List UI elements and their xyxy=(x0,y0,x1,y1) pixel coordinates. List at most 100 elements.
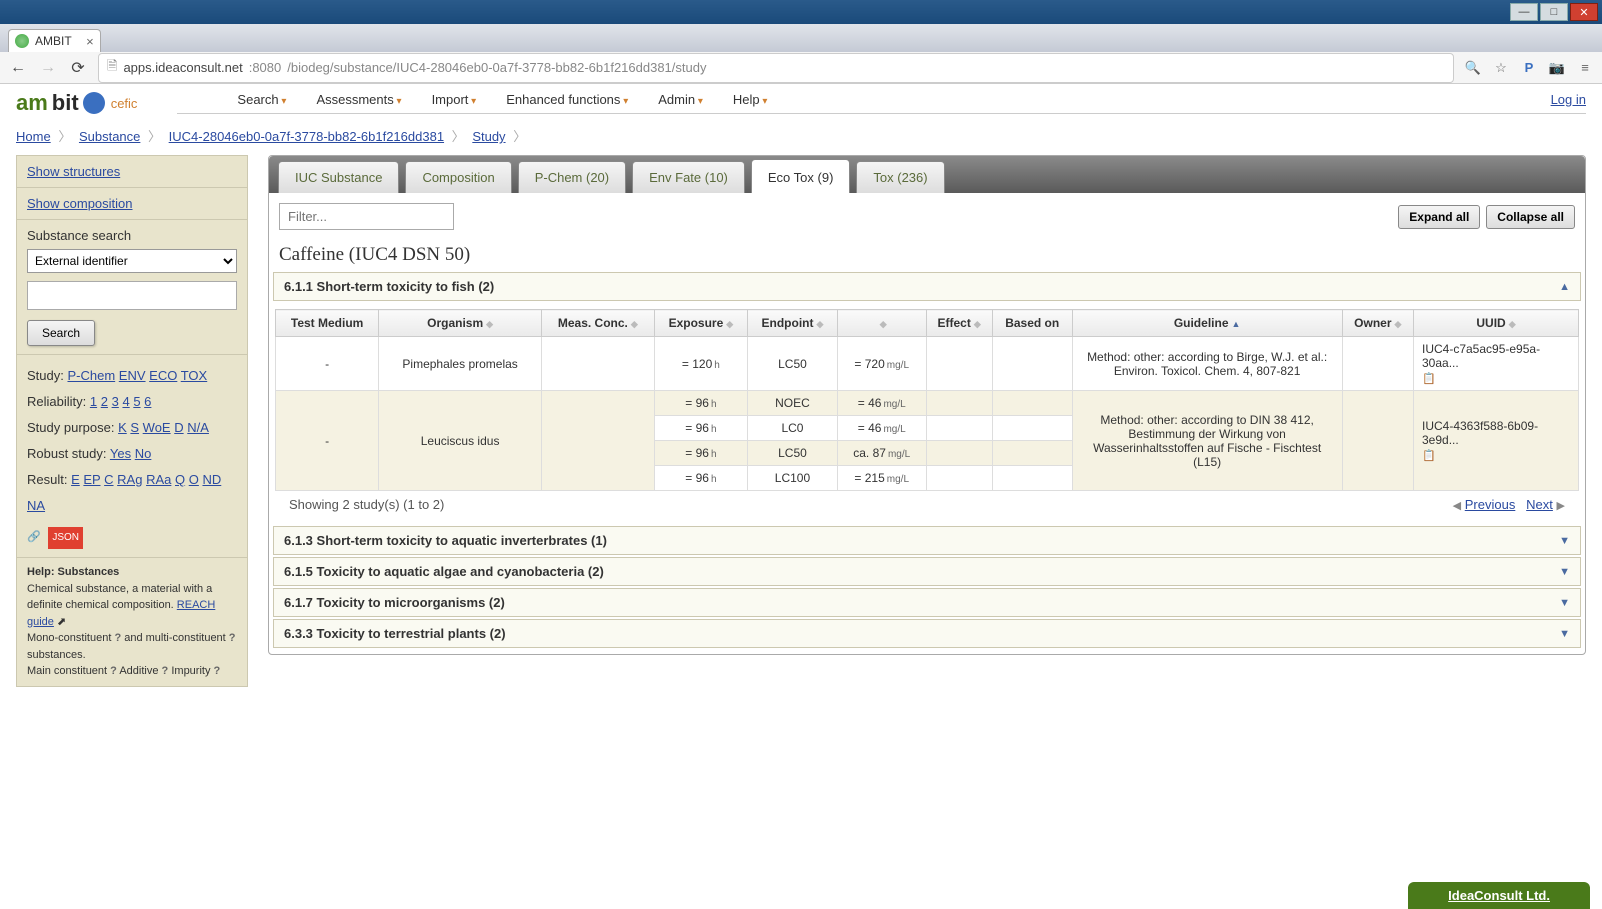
cell-medium: - xyxy=(276,391,379,491)
filter-pk[interactable]: K xyxy=(118,420,127,435)
tab-ecotox[interactable]: Eco Tox (9) xyxy=(751,159,851,193)
menu-assessments[interactable]: Assessments xyxy=(316,92,401,107)
ext-camera-icon[interactable]: 📷 xyxy=(1548,59,1566,77)
search-input[interactable] xyxy=(27,281,237,310)
section-611-header[interactable]: 6.1.1 Short-term toxicity to fish (2) ▲ xyxy=(273,272,1581,301)
filter-tox[interactable]: TOX xyxy=(181,368,208,383)
filter-rnd[interactable]: ND xyxy=(202,472,221,487)
menu-help[interactable]: Help xyxy=(733,92,768,107)
show-composition-link[interactable]: Show composition xyxy=(27,196,133,211)
star-icon[interactable]: ☆ xyxy=(1492,59,1510,77)
filter-ps[interactable]: S xyxy=(130,420,139,435)
col-meas-conc[interactable]: Meas. Conc.◆ xyxy=(541,310,654,337)
col-test-medium[interactable]: Test Medium xyxy=(276,310,379,337)
filter-rrag[interactable]: RAg xyxy=(117,472,142,487)
help-icon[interactable]: ? xyxy=(114,632,121,644)
tab-tox[interactable]: Tox (236) xyxy=(856,161,944,193)
menu-search[interactable]: Search xyxy=(237,92,286,107)
filter-eco[interactable]: ECO xyxy=(149,368,177,383)
external-icon: ⬈ xyxy=(57,616,66,628)
tab-envfate[interactable]: Env Fate (10) xyxy=(632,161,745,193)
window-maximize-icon[interactable]: □ xyxy=(1540,3,1568,21)
prev-link[interactable]: Previous xyxy=(1465,497,1516,512)
nav-reload-icon[interactable]: ⟳ xyxy=(68,58,88,78)
chrome-menu-icon[interactable]: ≡ xyxy=(1576,59,1594,77)
col-based-on[interactable]: Based on xyxy=(992,310,1072,337)
menu-import[interactable]: Import xyxy=(432,92,477,107)
help-icon[interactable]: ? xyxy=(110,665,117,677)
filter-r4[interactable]: 4 xyxy=(122,394,129,409)
filter-rna[interactable]: NA xyxy=(27,498,45,513)
next-icon: ▶ xyxy=(1557,500,1565,512)
col-effect[interactable]: Effect◆ xyxy=(926,310,992,337)
collapse-all-button[interactable]: Collapse all xyxy=(1486,205,1575,229)
browser-tab[interactable]: AMBIT × xyxy=(8,29,101,52)
login-link[interactable]: Log in xyxy=(1551,92,1586,107)
tab-iuc[interactable]: IUC Substance xyxy=(278,161,399,193)
filter-r2[interactable]: 2 xyxy=(101,394,108,409)
filter-r6[interactable]: 6 xyxy=(144,394,151,409)
json-badge[interactable]: JSON xyxy=(48,527,83,549)
section-617-header[interactable]: 6.1.7 Toxicity to microorganisms (2) ▼ xyxy=(273,588,1581,617)
filter-r1[interactable]: 1 xyxy=(90,394,97,409)
filter-re[interactable]: E xyxy=(71,472,80,487)
filter-rep[interactable]: EP xyxy=(83,472,100,487)
ext-p-icon[interactable]: P xyxy=(1520,59,1538,77)
nav-forward-icon[interactable]: → xyxy=(38,58,58,78)
col-value[interactable]: ◆ xyxy=(837,310,926,337)
filter-rc[interactable]: C xyxy=(104,472,113,487)
identifier-select[interactable]: External identifier xyxy=(27,249,237,273)
filter-rraa[interactable]: RAa xyxy=(146,472,171,487)
col-guideline[interactable]: Guideline▲ xyxy=(1072,310,1342,337)
filter-env[interactable]: ENV xyxy=(119,368,146,383)
col-uuid[interactable]: UUID◆ xyxy=(1414,310,1579,337)
next-link[interactable]: Next xyxy=(1526,497,1553,512)
help-icon[interactable]: ? xyxy=(229,632,236,644)
filter-r3[interactable]: 3 xyxy=(112,394,119,409)
crumb-study[interactable]: Study xyxy=(472,129,505,144)
menu-admin[interactable]: Admin xyxy=(658,92,703,107)
window-minimize-icon[interactable]: — xyxy=(1510,3,1538,21)
footer-company[interactable]: IdeaConsult Ltd. xyxy=(1408,882,1590,909)
clipboard-icon[interactable]: 📋 xyxy=(1422,449,1572,462)
section-633-header[interactable]: 6.3.3 Toxicity to terrestrial plants (2)… xyxy=(273,619,1581,648)
col-organism[interactable]: Organism◆ xyxy=(379,310,542,337)
browser-addressbar: ← → ⟳ 🗎 apps.ideaconsult.net:8080/biodeg… xyxy=(0,52,1602,84)
filter-input[interactable] xyxy=(279,203,454,230)
nav-back-icon[interactable]: ← xyxy=(8,58,28,78)
section-615-header[interactable]: 6.1.5 Toxicity to aquatic algae and cyan… xyxy=(273,557,1581,586)
tab-strip: IUC Substance Composition P-Chem (20) En… xyxy=(269,156,1585,193)
filter-pd[interactable]: D xyxy=(174,420,183,435)
filter-pna[interactable]: N/A xyxy=(187,420,209,435)
link-icon[interactable]: 🔗 xyxy=(27,531,41,543)
tab-close-icon[interactable]: × xyxy=(86,34,94,49)
menu-enhanced[interactable]: Enhanced functions xyxy=(506,92,628,107)
app-logo[interactable]: ambit cefic xyxy=(16,90,137,116)
filter-r5[interactable]: 5 xyxy=(133,394,140,409)
url-input[interactable]: 🗎 apps.ideaconsult.net:8080/biodeg/subst… xyxy=(98,53,1454,83)
help-icon[interactable]: ? xyxy=(214,665,221,677)
filter-pwoe[interactable]: WoE xyxy=(143,420,171,435)
search-button[interactable]: Search xyxy=(27,320,95,346)
section-613-header[interactable]: 6.1.3 Short-term toxicity to aquatic inv… xyxy=(273,526,1581,555)
col-owner[interactable]: Owner◆ xyxy=(1342,310,1413,337)
filter-pchem[interactable]: P-Chem xyxy=(67,368,115,383)
col-endpoint[interactable]: Endpoint◆ xyxy=(748,310,838,337)
window-close-icon[interactable]: ✕ xyxy=(1570,3,1598,21)
tab-pchem[interactable]: P-Chem (20) xyxy=(518,161,626,193)
filter-rq[interactable]: Q xyxy=(175,472,185,487)
crumb-home[interactable]: Home xyxy=(16,129,51,144)
clipboard-icon[interactable]: 📋 xyxy=(1422,372,1572,385)
zoom-icon[interactable]: 🔍 xyxy=(1464,59,1482,77)
tab-composition[interactable]: Composition xyxy=(405,161,511,193)
tab-toolbar: Expand all Collapse all xyxy=(269,193,1585,240)
crumb-id[interactable]: IUC4-28046eb0-0a7f-3778-bb82-6b1f216dd38… xyxy=(169,129,444,144)
help-icon[interactable]: ? xyxy=(162,665,169,677)
filter-ryes[interactable]: Yes xyxy=(110,446,131,461)
col-exposure[interactable]: Exposure◆ xyxy=(654,310,747,337)
show-structures-link[interactable]: Show structures xyxy=(27,164,120,179)
expand-all-button[interactable]: Expand all xyxy=(1398,205,1480,229)
filter-rno[interactable]: No xyxy=(135,446,152,461)
filter-ro[interactable]: O xyxy=(189,472,199,487)
crumb-substance[interactable]: Substance xyxy=(79,129,140,144)
